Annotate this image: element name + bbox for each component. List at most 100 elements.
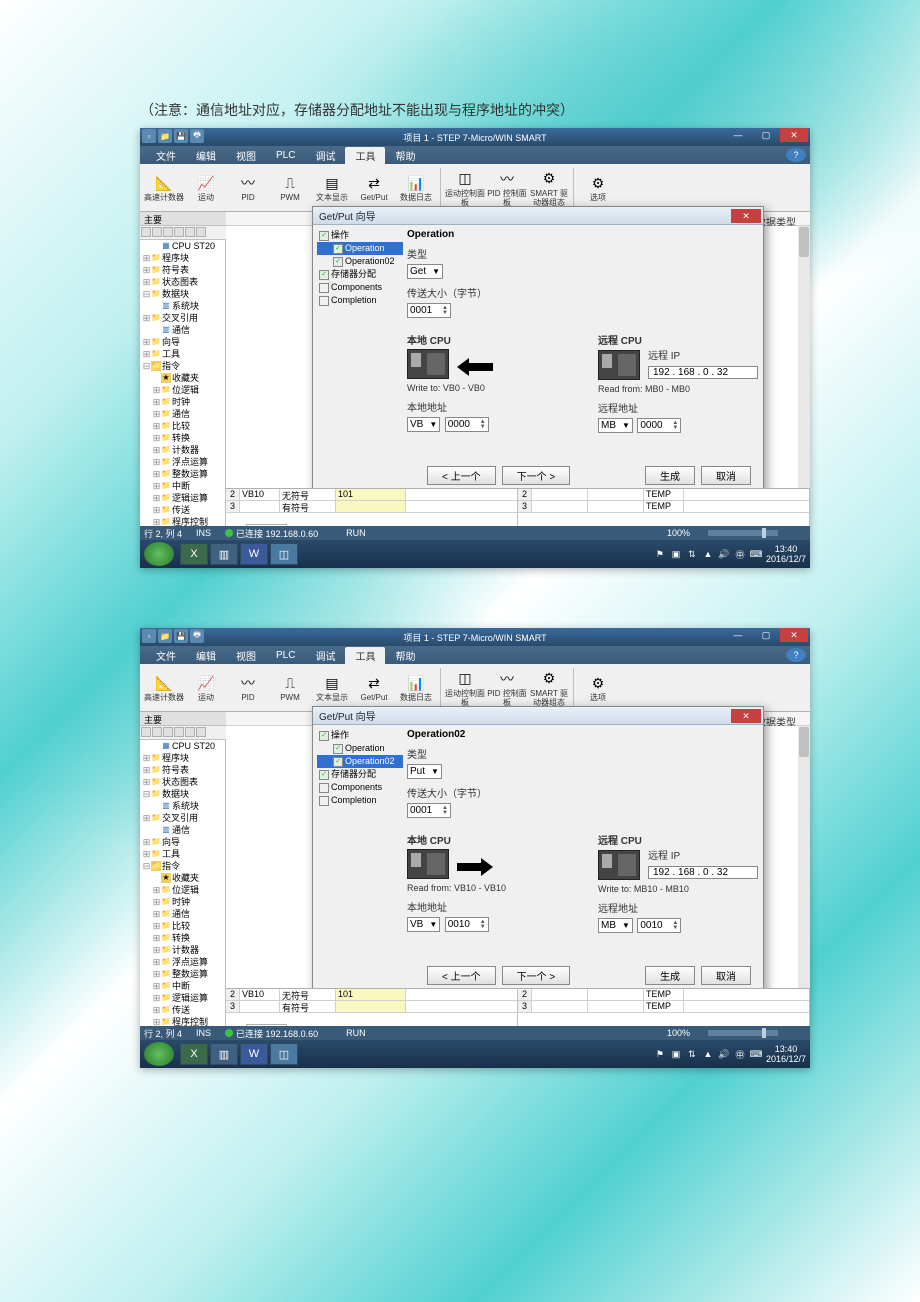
taskbar-excel-icon[interactable]: X [180,1043,208,1065]
ribbon-item[interactable]: 📈运动 [186,173,226,202]
tray-volume-icon[interactable]: 🔊 [718,548,730,560]
dialog-tree-item[interactable]: Completion [317,294,403,307]
table-cell[interactable]: 2 [226,989,240,1000]
expand-icon[interactable]: ⊞ [152,492,161,504]
dialog-tree-item[interactable]: ✓存储器分配 [317,268,403,281]
project-tree[interactable]: ▦CPU ST20⊞📁程序块⊞📁符号表⊞📁状态图表⊟📁数据块▥系统块⊞📁交叉引用… [140,240,226,540]
side-tb-icon[interactable] [196,727,206,737]
help-icon[interactable]: ? [786,648,806,662]
tree-item[interactable]: ★收藏夹 [140,872,225,884]
generate-button[interactable]: 生成 [645,966,695,985]
generate-button[interactable]: 生成 [645,466,695,485]
expand-icon[interactable]: ⊞ [142,312,151,324]
expand-icon[interactable]: ⊞ [152,456,161,468]
tree-item[interactable]: ⊞📁转换 [140,932,225,944]
menu-item[interactable]: 调试 [305,647,345,664]
table-cell[interactable] [588,1001,644,1012]
next-button[interactable]: 下一个 > [502,966,571,985]
dialog-tree-item[interactable]: Completion [317,794,403,807]
table-cell[interactable]: 有符号 [280,501,336,512]
tray-flag-icon[interactable]: ⚑ [654,1048,666,1060]
qat-new-icon[interactable]: ▫ [142,629,156,643]
ribbon-item[interactable]: 📐高速计数器 [144,673,184,702]
menu-item[interactable]: PLC [266,149,305,162]
type-select[interactable]: Get▼ [407,264,443,279]
table-cell[interactable]: 3 [518,501,532,512]
remote-ip-field[interactable]: 192 . 168 . 0 . 32 [648,366,758,379]
tree-item[interactable]: ⊞📁时钟 [140,896,225,908]
tree-item[interactable]: ⊞📁比较 [140,920,225,932]
ribbon-item[interactable]: 〰PID 控制面板 [487,669,527,707]
expand-icon[interactable]: ⊞ [142,752,151,764]
table-cell[interactable]: 无符号 [280,989,336,1000]
side-tb-icon[interactable] [185,227,195,237]
tree-item[interactable]: ▥通信 [140,824,225,836]
side-tb-icon[interactable] [196,227,206,237]
tree-item[interactable]: ⊞📁转换 [140,432,225,444]
expand-icon[interactable]: ⊞ [142,836,151,848]
tree-item[interactable]: ▥系统块 [140,300,225,312]
expand-icon[interactable]: ⊞ [152,944,161,956]
size-spinner[interactable]: 0001▲▼ [407,303,451,318]
table-cell[interactable]: 3 [518,1001,532,1012]
tray-input-icon[interactable]: ⌨ [750,548,762,560]
status-chart-grid[interactable]: 2VB10无符号1013有符号图表 12TEMP3TEMP [226,988,810,1026]
ribbon-item[interactable]: ▤文本显示 [312,173,352,202]
table-row[interactable]: 3 TEMP [518,501,809,513]
tree-item[interactable]: ⊞📁交叉引用 [140,312,225,324]
table-cell[interactable]: 2 [518,989,532,1000]
tree-item[interactable]: ★收藏夹 [140,372,225,384]
side-tb-icon[interactable] [174,727,184,737]
tree-item[interactable]: ⊟📁指令 [140,860,225,872]
expand-icon[interactable]: ⊞ [142,764,151,776]
remote-addr-type-select[interactable]: MB▼ [598,918,633,933]
project-tree[interactable]: ▦CPU ST20⊞📁程序块⊞📁符号表⊞📁状态图表⊟📁数据块▥系统块⊞📁交叉引用… [140,740,226,1040]
tree-item[interactable]: ⊞📁工具 [140,848,225,860]
expand-icon[interactable]: ⊞ [152,920,161,932]
ribbon-item[interactable]: ⎍PWM [270,673,310,702]
expand-icon[interactable]: ⊞ [152,384,161,396]
table-row[interactable]: 2TEMP [518,989,809,1001]
expand-icon[interactable]: ⊟ [142,860,151,872]
table-cell[interactable] [240,1001,280,1012]
expand-icon[interactable]: ⊞ [152,896,161,908]
table-cell[interactable]: 2 [226,489,240,500]
taskbar-step7-icon[interactable]: ◫ [270,543,298,565]
prev-button[interactable]: < 上一个 [427,966,496,985]
table-cell[interactable]: TEMP [644,501,684,512]
qat-print-icon[interactable]: 🖶 [190,629,204,643]
menu-item[interactable]: 视图 [226,147,266,164]
expand-icon[interactable]: ⊞ [152,480,161,492]
tree-item[interactable]: ⊞📁浮点运算 [140,456,225,468]
tree-item[interactable]: ⊞📁状态图表 [140,776,225,788]
menu-item[interactable]: 调试 [305,147,345,164]
dialog-tree-item[interactable]: ✓操作 [317,229,403,242]
table-cell[interactable]: TEMP [644,1001,684,1012]
table-row[interactable]: 2TEMP [518,489,809,501]
tree-item[interactable]: ⊞📁向导 [140,336,225,348]
taskbar-word-icon[interactable]: W [240,543,268,565]
expand-icon[interactable]: ⊞ [142,264,151,276]
ribbon-item[interactable]: ⇄Get/Put [354,173,394,202]
ribbon-item[interactable]: 〰PID [228,173,268,202]
tree-item[interactable]: ⊟📁数据块 [140,788,225,800]
local-addr-number[interactable]: 0010▲▼ [445,917,489,932]
expand-icon[interactable]: ⊞ [152,932,161,944]
tree-item[interactable]: ⊟📁数据块 [140,288,225,300]
tray-flag-icon[interactable]: ⚑ [654,548,666,560]
tree-item[interactable]: ⊞📁浮点运算 [140,956,225,968]
dialog-nav-tree[interactable]: ✓操作✓Operation✓Operation02✓存储器分配Component… [317,729,403,991]
close-button[interactable]: ✕ [780,128,808,142]
tree-item[interactable]: ⊞📁工具 [140,348,225,360]
cancel-button[interactable]: 取消 [701,466,751,485]
tree-item[interactable]: ⊞📁位逻辑 [140,884,225,896]
expand-icon[interactable]: ⊞ [152,956,161,968]
expand-icon[interactable]: ⊞ [152,396,161,408]
ribbon-item[interactable]: ◫运动控制面板 [445,669,485,707]
dialog-tree-item[interactable]: Components [317,781,403,794]
expand-icon[interactable]: ⊞ [142,252,151,264]
side-tb-icon[interactable] [163,727,173,737]
tree-item[interactable]: ⊞📁通信 [140,408,225,420]
table-cell[interactable]: 3 [226,1001,240,1012]
ribbon-item[interactable]: 📈运动 [186,673,226,702]
